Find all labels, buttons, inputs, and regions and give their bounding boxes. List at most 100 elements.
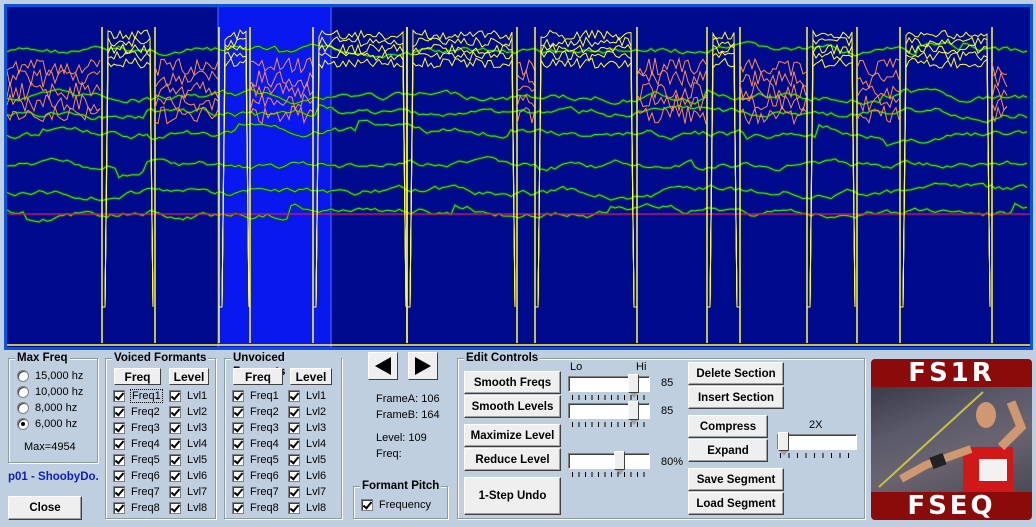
- save-segment-button[interactable]: Save Segment: [688, 468, 784, 491]
- voiced-lvl2-checkbox-row[interactable]: Lvl2: [169, 404, 207, 420]
- checkbox[interactable]: [169, 470, 181, 482]
- unvoiced-lvl1-checkbox-row[interactable]: Lvl1: [288, 388, 326, 404]
- checkbox[interactable]: [232, 486, 244, 498]
- checkbox[interactable]: [113, 470, 125, 482]
- checkbox[interactable]: [288, 438, 300, 450]
- voiced-lvl6-checkbox-row[interactable]: Lvl6: [169, 468, 207, 484]
- voiced-freq1-checkbox-row[interactable]: Freq1: [113, 388, 163, 404]
- load-segment-button[interactable]: Load Segment: [688, 492, 784, 515]
- radio-button[interactable]: [17, 418, 29, 430]
- compress-button[interactable]: Compress: [688, 415, 768, 438]
- checkbox[interactable]: [169, 486, 181, 498]
- checkbox[interactable]: [169, 422, 181, 434]
- voiced-freq3-checkbox-row[interactable]: Freq3: [113, 420, 160, 436]
- voiced-lvl3-checkbox-row[interactable]: Lvl3: [169, 420, 207, 436]
- unvoiced-freq2-checkbox-row[interactable]: Freq2: [232, 404, 279, 420]
- voiced-freq6-checkbox-row[interactable]: Freq6: [113, 468, 160, 484]
- unvoiced-freq3-checkbox-row[interactable]: Freq3: [232, 420, 279, 436]
- checkbox[interactable]: [232, 438, 244, 450]
- radio-10000[interactable]: 10,000 hz: [17, 384, 83, 400]
- checkbox[interactable]: [169, 390, 181, 402]
- voiced-lvl7-checkbox-row[interactable]: Lvl7: [169, 484, 207, 500]
- checkbox[interactable]: [169, 502, 181, 514]
- expand-button[interactable]: Expand: [688, 439, 768, 462]
- checkbox[interactable]: [113, 438, 125, 450]
- checkbox[interactable]: [288, 454, 300, 466]
- delete-section-button[interactable]: Delete Section: [688, 362, 784, 385]
- voiced-lvl5-checkbox-row[interactable]: Lvl5: [169, 452, 207, 468]
- smooth-freqs-slider[interactable]: [568, 374, 650, 398]
- unvoiced-freq6-checkbox-row[interactable]: Freq6: [232, 468, 279, 484]
- unvoiced-lvl7-checkbox-row[interactable]: Lvl7: [288, 484, 326, 500]
- unvoiced-freq-button[interactable]: Freq: [233, 368, 283, 385]
- checkbox[interactable]: [288, 422, 300, 434]
- voiced-freq4-checkbox-row[interactable]: Freq4: [113, 436, 160, 452]
- checkbox[interactable]: [232, 390, 244, 402]
- checkbox[interactable]: [169, 438, 181, 450]
- radio-8000[interactable]: 8,000 hz: [17, 400, 77, 416]
- prev-frame-button[interactable]: [368, 352, 398, 380]
- slider-thumb[interactable]: [778, 432, 789, 456]
- checkbox[interactable]: [288, 390, 300, 402]
- voiced-lvl4-checkbox-row[interactable]: Lvl4: [169, 436, 207, 452]
- radio-button[interactable]: [17, 386, 29, 398]
- formant-canvas[interactable]: [7, 7, 1030, 347]
- reduce-level-button[interactable]: Reduce Level: [464, 448, 561, 471]
- checkbox[interactable]: [113, 502, 125, 514]
- insert-section-button[interactable]: Insert Section: [688, 386, 784, 409]
- voiced-freq7-checkbox-row[interactable]: Freq7: [113, 484, 160, 500]
- compress-ratio-slider[interactable]: [777, 432, 857, 456]
- checkbox[interactable]: [288, 486, 300, 498]
- unvoiced-freq1-checkbox-row[interactable]: Freq1: [232, 388, 279, 404]
- checkbox[interactable]: [288, 502, 300, 514]
- checkbox[interactable]: [113, 486, 125, 498]
- frequency-checkbox[interactable]: [361, 499, 373, 511]
- checkbox[interactable]: [169, 406, 181, 418]
- radio-6000[interactable]: 6,000 hz: [17, 416, 77, 432]
- unvoiced-freq8-checkbox-row[interactable]: Freq8: [232, 500, 279, 516]
- close-button[interactable]: Close: [8, 496, 82, 520]
- radio-button[interactable]: [17, 370, 29, 382]
- smooth-levels-button[interactable]: Smooth Levels: [464, 395, 561, 418]
- slider-thumb[interactable]: [614, 451, 625, 475]
- unvoiced-freq5-checkbox-row[interactable]: Freq5: [232, 452, 279, 468]
- formant-display[interactable]: [4, 4, 1033, 350]
- smooth-levels-slider[interactable]: [568, 401, 650, 425]
- voiced-freq2-checkbox-row[interactable]: Freq2: [113, 404, 160, 420]
- unvoiced-lvl5-checkbox-row[interactable]: Lvl5: [288, 452, 326, 468]
- voiced-level-button[interactable]: Level: [169, 368, 209, 385]
- voiced-lvl1-checkbox-row[interactable]: Lvl1: [169, 388, 207, 404]
- checkbox[interactable]: [169, 454, 181, 466]
- checkbox[interactable]: [232, 422, 244, 434]
- unvoiced-freq7-checkbox-row[interactable]: Freq7: [232, 484, 279, 500]
- checkbox[interactable]: [113, 406, 125, 418]
- unvoiced-lvl8-checkbox-row[interactable]: Lvl8: [288, 500, 326, 516]
- radio-button[interactable]: [17, 402, 29, 414]
- checkbox[interactable]: [288, 406, 300, 418]
- reduce-level-slider[interactable]: [568, 451, 650, 475]
- voiced-freq8-checkbox-row[interactable]: Freq8: [113, 500, 160, 516]
- voiced-freq-button[interactable]: Freq: [114, 368, 161, 385]
- unvoiced-lvl6-checkbox-row[interactable]: Lvl6: [288, 468, 326, 484]
- checkbox[interactable]: [113, 422, 125, 434]
- next-frame-button[interactable]: [408, 352, 438, 380]
- unvoiced-freq4-checkbox-row[interactable]: Freq4: [232, 436, 279, 452]
- unvoiced-lvl4-checkbox-row[interactable]: Lvl4: [288, 436, 326, 452]
- smooth-freqs-button[interactable]: Smooth Freqs: [464, 371, 561, 394]
- unvoiced-lvl2-checkbox-row[interactable]: Lvl2: [288, 404, 326, 420]
- checkbox[interactable]: [288, 470, 300, 482]
- slider-thumb[interactable]: [628, 401, 639, 425]
- unvoiced-level-button[interactable]: Level: [290, 368, 332, 385]
- checkbox[interactable]: [113, 454, 125, 466]
- formant-graph[interactable]: [7, 7, 1030, 347]
- checkbox[interactable]: [232, 470, 244, 482]
- maximize-level-button[interactable]: Maximize Level: [464, 424, 561, 447]
- slider-thumb[interactable]: [628, 374, 639, 398]
- checkbox[interactable]: [232, 454, 244, 466]
- checkbox[interactable]: [232, 406, 244, 418]
- voiced-lvl8-checkbox-row[interactable]: Lvl8: [169, 500, 207, 516]
- voiced-freq5-checkbox-row[interactable]: Freq5: [113, 452, 160, 468]
- radio-15000[interactable]: 15,000 hz: [17, 368, 83, 384]
- frequency-checkbox-row[interactable]: Frequency: [361, 497, 431, 513]
- checkbox[interactable]: [232, 502, 244, 514]
